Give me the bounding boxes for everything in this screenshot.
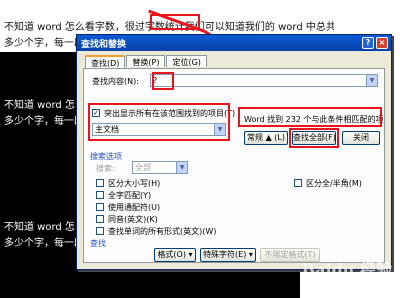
option-label: 同音(英文)(K) bbox=[108, 215, 158, 224]
option-checkbox[interactable] bbox=[96, 227, 104, 235]
dialog-titlebar[interactable]: 查找和替换 ? × bbox=[77, 35, 391, 51]
search-options-title: 搜索选项 bbox=[90, 152, 122, 161]
option-checkbox[interactable] bbox=[96, 191, 104, 199]
option-checkbox[interactable] bbox=[96, 179, 104, 187]
chevron-down-icon[interactable]: ▼ bbox=[366, 75, 377, 86]
more-button[interactable]: 常规 ▲ (L) bbox=[244, 131, 288, 145]
help-icon[interactable]: ? bbox=[362, 37, 374, 49]
watermark-logo: Baidu 经验 jingyan.baidu.com bbox=[301, 260, 392, 288]
search-direction-select[interactable]: 全部 ▼ bbox=[132, 161, 188, 174]
search-direction-value: 全部 bbox=[135, 163, 151, 172]
find-replace-dialog: 查找和替换 ? × 查找(D) 替换(P) 定位(G) 查找内容(N): ? ▼… bbox=[76, 34, 392, 270]
document-text-line: 多少个字，每一段 bbox=[4, 238, 76, 249]
search-label: 搜索: bbox=[96, 164, 115, 173]
find-section-title: 查找 bbox=[90, 239, 106, 248]
chevron-down-icon[interactable]: ▼ bbox=[176, 162, 187, 173]
annotation-box-find-value bbox=[152, 72, 174, 90]
find-label: 查找内容(N): bbox=[92, 77, 139, 86]
option-checkbox[interactable] bbox=[96, 203, 104, 211]
document-text-line: 不知道 word 怎么看 bbox=[4, 100, 76, 111]
document-text-line: 不知道 word 怎么看 bbox=[4, 222, 76, 233]
option-label: 全字匹配(Y) bbox=[108, 191, 152, 200]
annotation-box-highlight bbox=[88, 103, 230, 141]
option-checkbox[interactable] bbox=[294, 179, 302, 187]
document-text-line: 多少个字，每一段 bbox=[4, 116, 76, 127]
option-label: 查找单词的所有形式(英文)(W) bbox=[108, 227, 217, 236]
dialog-title: 查找和替换 bbox=[81, 39, 127, 50]
special-button[interactable]: 特殊字符(E) ▾ bbox=[200, 248, 256, 262]
tab-replace[interactable]: 替换(P) bbox=[126, 55, 166, 67]
tab-find[interactable]: 查找(D) bbox=[85, 55, 126, 68]
annotation-box-find-all bbox=[289, 128, 339, 148]
dialog-tabs: 查找(D) 替换(P) 定位(G) bbox=[85, 55, 208, 68]
format-button[interactable]: 格式(O) ▾ bbox=[154, 248, 196, 262]
annotation-box-result bbox=[238, 107, 382, 127]
option-checkbox[interactable] bbox=[96, 215, 104, 223]
close-icon[interactable]: × bbox=[376, 37, 388, 49]
option-label: 使用通配符(U) bbox=[108, 203, 161, 212]
option-label: 区分大小写(H) bbox=[108, 179, 161, 188]
tab-goto[interactable]: 定位(G) bbox=[166, 55, 207, 67]
find-input[interactable]: ? ▼ bbox=[150, 74, 378, 87]
close-button[interactable]: 关闭 bbox=[342, 131, 380, 145]
option-label: 区分全/半角(M) bbox=[306, 179, 362, 188]
find-panel: 查找内容(N): ? ▼ ✓ 突出显示所有在该范围找到的项目(T) 主文档 ▼ … bbox=[83, 68, 385, 263]
